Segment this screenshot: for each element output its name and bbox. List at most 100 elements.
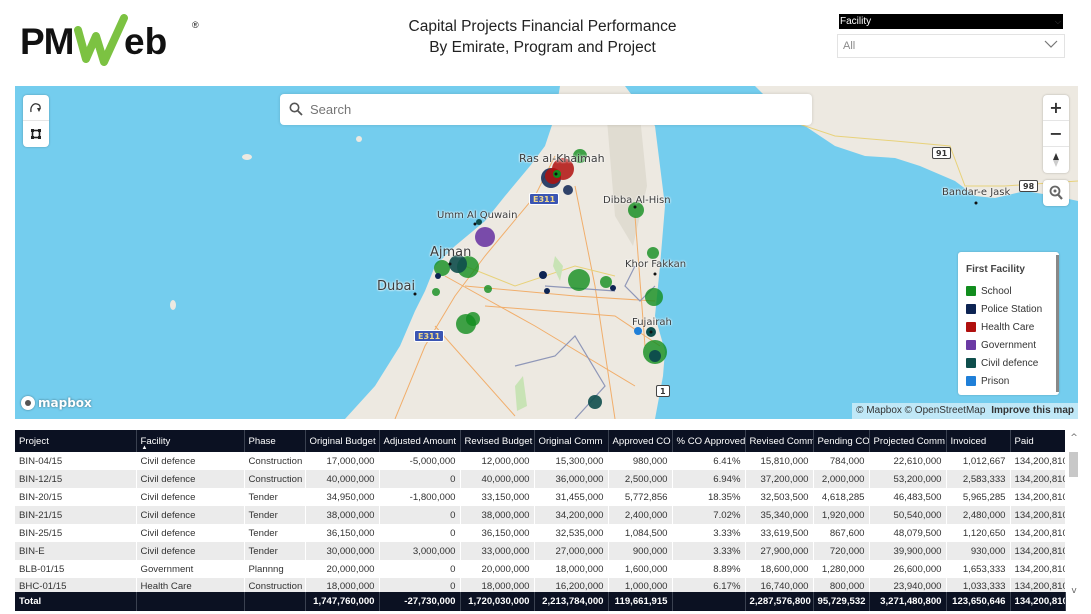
zoom-out-button[interactable]: − xyxy=(1043,121,1069,147)
facility-slicer-dropdown[interactable]: All xyxy=(837,34,1065,58)
column-header-phase[interactable]: Phase xyxy=(244,430,306,452)
cell-revised-budget: 40,000,000 xyxy=(460,470,535,488)
bubble-police-station xyxy=(435,273,441,279)
column-header-adjusted-amount[interactable]: Adjusted Amount xyxy=(379,430,461,452)
legend-item-health-care[interactable]: Health Care xyxy=(966,318,1059,336)
cell-original-budget: 30,000,000 xyxy=(305,542,380,560)
cell-revised-comm: 27,900,000 xyxy=(745,542,814,560)
zoom-to-fit-button[interactable] xyxy=(1043,180,1069,206)
legend-scrollbar[interactable] xyxy=(1056,255,1059,392)
label-khor-fakkan: Khor Fakkan xyxy=(625,259,687,270)
road-shield-1: 1 xyxy=(656,385,670,397)
improve-map-link[interactable]: Improve this map xyxy=(991,405,1074,416)
table-row[interactable]: BIN-12/15 Civil defence Construction 40,000… xyxy=(15,470,1065,488)
chevron-down-icon: ⌵ xyxy=(1054,17,1061,26)
total-pct-co-approved xyxy=(672,592,746,611)
scroll-thumb[interactable] xyxy=(1069,452,1078,477)
cell-adjusted-amount: 0 xyxy=(379,524,461,542)
attribution-text[interactable]: © Mapbox © OpenStreetMap xyxy=(856,405,985,416)
column-header-revised-comm[interactable]: Revised Comm xyxy=(745,430,814,452)
sort-ascending-icon: ▲ xyxy=(141,445,148,451)
cell-original-comm: 18,000,000 xyxy=(534,560,609,578)
legend-item-government[interactable]: Government xyxy=(966,336,1059,354)
cell-revised-budget: 36,150,000 xyxy=(460,524,535,542)
cell-project: BLB-01/15 xyxy=(15,560,137,578)
column-header-pct-co-approved[interactable]: % CO Approved xyxy=(672,430,746,452)
cell-revised-comm: 35,340,000 xyxy=(745,506,814,524)
column-header-project[interactable]: Project xyxy=(15,430,137,452)
cell-revised-comm: 15,810,000 xyxy=(745,452,814,470)
minus-icon: − xyxy=(1049,124,1063,143)
cell-paid: 134,200,810 xyxy=(1010,452,1065,470)
cell-facility: Civil defence xyxy=(136,506,245,524)
chevron-down-icon xyxy=(1044,40,1058,48)
column-header-facility[interactable]: Facility ▲ xyxy=(136,430,245,452)
column-header-projected-comm[interactable]: Projected Comm xyxy=(869,430,947,452)
cell-pct-co-approved: 3.33% xyxy=(672,524,746,542)
rectangle-select-button[interactable] xyxy=(23,121,49,147)
table-scrollbar[interactable]: ^ v xyxy=(1068,430,1080,598)
label-bandar-e-jask: Bandar-e Jask xyxy=(942,187,1011,198)
table-row[interactable]: BIN-20/15 Civil defence Tender 34,950,000 -1… xyxy=(15,488,1065,506)
bubble-school xyxy=(600,276,612,288)
cell-invoiced: 1,653,333 xyxy=(946,560,1011,578)
legend-title: First Facility xyxy=(966,264,1025,275)
cell-approved-co: 980,000 xyxy=(608,452,673,470)
map-search xyxy=(280,94,812,125)
zoom-to-fit-control xyxy=(1043,180,1069,206)
bubble-police-station xyxy=(610,285,616,291)
total-project: Total xyxy=(15,592,137,611)
cell-pending-co: 867,600 xyxy=(813,524,870,542)
cell-pending-co: 720,000 xyxy=(813,542,870,560)
column-header-invoiced[interactable]: Invoiced xyxy=(946,430,1011,452)
column-header-paid[interactable]: Paid xyxy=(1010,430,1065,452)
table-row[interactable]: BIN-E Civil defence Tender 30,000,000 3,000,… xyxy=(15,542,1065,560)
scroll-up-icon[interactable]: ^ xyxy=(1068,433,1080,443)
legend-swatch xyxy=(966,286,976,296)
total-revised-comm: 2,287,576,800 xyxy=(745,592,814,611)
column-header-original-budget[interactable]: Original Budget xyxy=(305,430,380,452)
legend-item-prison[interactable]: Prison xyxy=(966,372,1059,390)
column-header-revised-budget[interactable]: Revised Budget xyxy=(460,430,535,452)
svg-text:®: ® xyxy=(192,20,199,30)
legend-item-civil-defence[interactable]: Civil defence xyxy=(966,354,1059,372)
legend-item-school[interactable]: School xyxy=(966,282,1059,300)
cell-pending-co: 1,920,000 xyxy=(813,506,870,524)
mapbox-icon xyxy=(21,396,35,410)
column-header-approved-co[interactable]: Approved CO xyxy=(608,430,673,452)
lasso-select-icon xyxy=(30,102,41,112)
bubble-police-station xyxy=(563,185,573,195)
cell-projected-comm: 53,200,000 xyxy=(869,470,947,488)
lasso-select-button[interactable] xyxy=(23,95,49,121)
cell-pending-co: 784,000 xyxy=(813,452,870,470)
table-row[interactable]: BIN-04/15 Civil defence Construction 17,000… xyxy=(15,452,1065,470)
table-row[interactable]: BLB-01/15 Government Plannng 20,000,000 0 20,… xyxy=(15,560,1065,578)
road-shield-e311: E311 xyxy=(529,193,560,205)
cell-project: BIN-12/15 xyxy=(15,470,137,488)
compass-button[interactable] xyxy=(1043,147,1069,173)
bubble-prison xyxy=(634,327,642,335)
zoom-in-button[interactable]: + xyxy=(1043,95,1069,121)
map-search-input[interactable] xyxy=(310,94,800,125)
column-header-original-comm[interactable]: Original Comm xyxy=(534,430,609,452)
total-original-comm: 2,213,784,000 xyxy=(534,592,609,611)
cell-projected-comm: 22,610,000 xyxy=(869,452,947,470)
cell-pending-co: 2,000,000 xyxy=(813,470,870,488)
column-header-pending-co[interactable]: Pending CO xyxy=(813,430,870,452)
table-row[interactable]: BIN-21/15 Civil defence Tender 38,000,000 0 3… xyxy=(15,506,1065,524)
map-legend: First Facility School Police Station Hea… xyxy=(958,252,1059,395)
label-dubai: Dubai xyxy=(377,279,416,294)
cell-projected-comm: 50,540,000 xyxy=(869,506,947,524)
legend-swatch xyxy=(966,376,976,386)
table-row[interactable]: BIN-25/15 Civil defence Tender 36,150,000 0 3… xyxy=(15,524,1065,542)
map-basemap xyxy=(170,86,1078,419)
bubble-police-station xyxy=(539,271,547,279)
mapbox-logo[interactable]: mapbox xyxy=(21,396,92,410)
cell-invoiced: 5,965,285 xyxy=(946,488,1011,506)
dashboard: PM eb ® Capital Projects Financial Perfo… xyxy=(0,0,1091,614)
cell-revised-comm: 33,619,500 xyxy=(745,524,814,542)
legend-item-police-station[interactable]: Police Station xyxy=(966,300,1059,318)
scroll-down-icon[interactable]: v xyxy=(1068,586,1080,596)
bubble-civil-defence xyxy=(588,395,602,409)
facility-map[interactable]: Ras al-Khaimah Umm Al Quwain Ajman Dubai… xyxy=(15,86,1078,419)
